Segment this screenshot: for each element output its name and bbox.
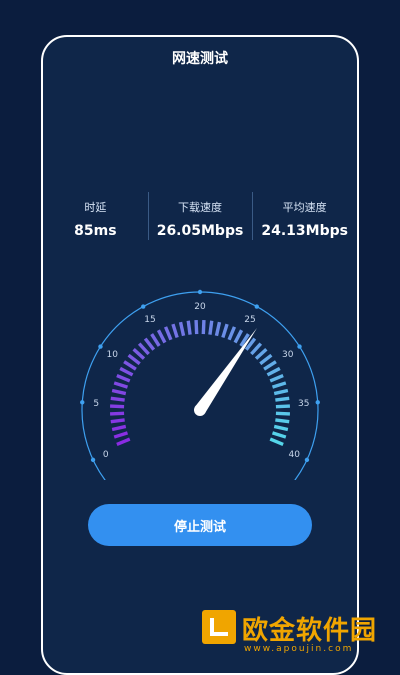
gauge-tick-label: 10 [107, 350, 119, 360]
gauge-segment [110, 396, 125, 402]
gauge-segment [275, 404, 290, 409]
gauge-tick-label: 40 [289, 450, 301, 460]
gauge-segment [119, 366, 134, 377]
watermark-brand: 欧金软件园 [242, 616, 378, 646]
gauge-segment [127, 353, 141, 366]
gauge-segment [116, 437, 131, 447]
watermark: 欧金软件园 www.apoujin.com [200, 608, 400, 658]
gauge-segment [111, 388, 127, 396]
gauge-segment [201, 320, 206, 335]
gauge-segment [171, 323, 179, 339]
gauge-arc-dot [297, 344, 302, 349]
gauge-segment [214, 321, 222, 337]
gauge-arc-dot [80, 400, 85, 405]
gauge-segment [110, 418, 125, 424]
gauge-tick-label: 0 [103, 450, 109, 460]
gauge-segment [163, 326, 173, 341]
gauge-segment [254, 347, 268, 360]
gauge-segment [110, 404, 125, 409]
gauge-arc-dot [315, 400, 320, 405]
gauge-tick-label: 25 [244, 315, 255, 325]
gauge-segment [194, 320, 199, 335]
gauge-segment [111, 424, 127, 432]
gauge-segment [132, 347, 146, 360]
gauge-segment [273, 424, 289, 432]
gauge-segment [150, 333, 161, 347]
gauge-segment [233, 329, 244, 344]
gauge-segment [250, 342, 263, 356]
gauge-needle-hub [194, 404, 206, 416]
gauge-needle [195, 327, 258, 414]
brand-logo-icon [202, 610, 236, 644]
watermark-url: www.apoujin.com [244, 644, 354, 654]
gauge-arc-dot [197, 289, 203, 295]
gauge-segment [266, 366, 281, 377]
gauge-segment [221, 323, 229, 339]
gauge-arc-dot [304, 457, 310, 463]
gauge-segment [271, 381, 287, 389]
gauge-segment [227, 326, 237, 341]
gauge-arc-dot [141, 304, 146, 309]
speed-gauge: 0 5 10 15 20 25 30 35 40 [80, 289, 320, 480]
gauge-tick-label: 5 [93, 399, 99, 409]
gauge-segment [156, 329, 167, 344]
gauge-arc-dot [90, 457, 96, 463]
gauge-segment [116, 373, 131, 383]
gauge-segment [110, 411, 125, 416]
stop-test-button[interactable]: 停止测试 [88, 504, 312, 546]
gauge-segment [178, 321, 186, 337]
gauge-segment [273, 388, 289, 396]
gauge-segment [208, 320, 214, 335]
gauge-segment [123, 360, 137, 371]
gauge-segment [143, 337, 156, 351]
gauge-segment [275, 418, 290, 424]
gauge-segment [275, 411, 290, 416]
gauge-segment [186, 320, 192, 335]
gauge-segment [259, 353, 273, 366]
gauge-segment [269, 373, 284, 383]
gauge-segment [113, 381, 129, 389]
gauge-segment [275, 396, 290, 402]
gauge-segment [271, 431, 287, 439]
gauge-tick-label: 35 [298, 399, 309, 409]
gauge-tick-label: 30 [282, 350, 294, 360]
gauge-segment [263, 360, 277, 371]
gauge-arc-dot [254, 304, 259, 309]
gauge-arc-dot [98, 344, 103, 349]
gauge-tick-label: 15 [144, 315, 155, 325]
gauge-segment [269, 437, 284, 447]
gauge-outer-arc [81, 291, 319, 480]
gauge-segment [137, 342, 150, 356]
gauge-tick-label: 20 [194, 302, 206, 312]
gauge-segment [113, 431, 129, 439]
